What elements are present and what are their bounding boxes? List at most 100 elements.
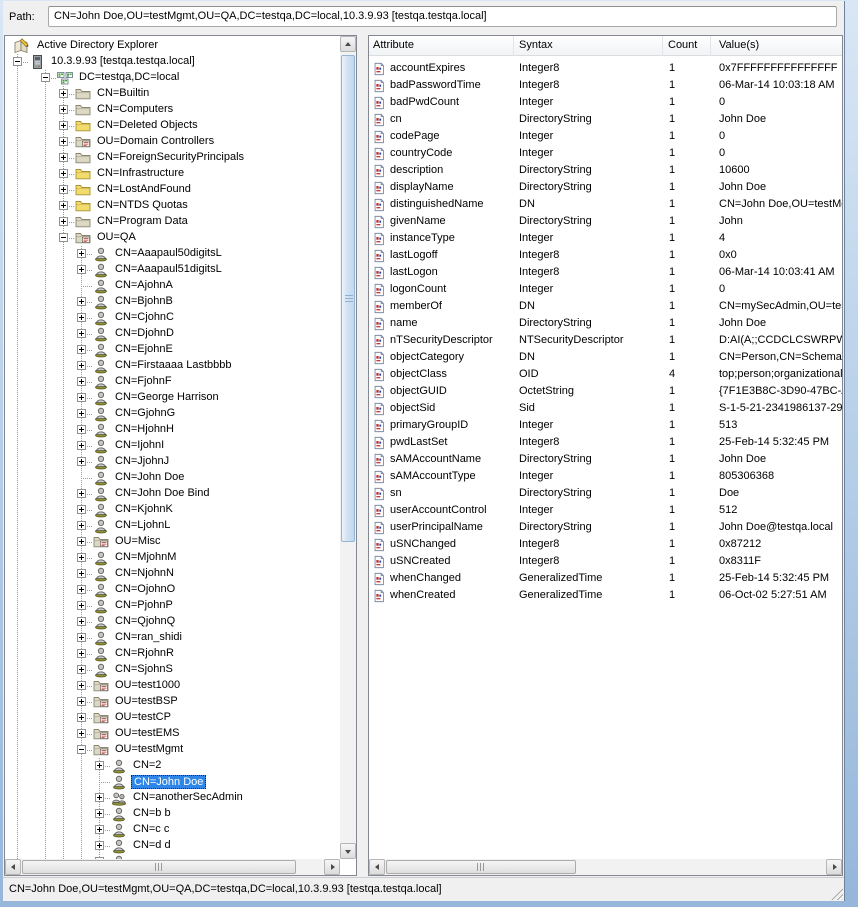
attribute-row[interactable]: badPasswordTimeInteger8106-Mar-14 10:03:… <box>369 77 842 94</box>
tree-expander-plus[interactable] <box>95 825 104 834</box>
tree-item[interactable]: OU=test1000 <box>5 678 340 694</box>
tree-item[interactable]: CN=George Harrison <box>5 390 340 406</box>
tree-item[interactable]: CN=Infrastructure <box>5 166 340 182</box>
attribute-row[interactable]: lastLogoffInteger810x0 <box>369 247 842 264</box>
tree-expander-plus[interactable] <box>95 809 104 818</box>
tree-expander-plus[interactable] <box>59 217 68 226</box>
attribute-row[interactable]: countryCodeInteger10 <box>369 145 842 162</box>
tree-item[interactable]: 10.3.9.93 [testqa.testqa.local] <box>5 54 340 70</box>
tree-expander-plus[interactable] <box>77 393 86 402</box>
tree-item[interactable]: CN=PjohnP <box>5 598 340 614</box>
tree-item[interactable]: CN=LjohnL <box>5 518 340 534</box>
scroll-up-button[interactable] <box>340 36 356 52</box>
attribute-row[interactable]: accountExpiresInteger810x7FFFFFFFFFFFFFF… <box>369 60 842 77</box>
tree-item[interactable]: CN=John Doe <box>5 774 340 790</box>
tree-expander-plus[interactable] <box>77 377 86 386</box>
tree-expander-plus[interactable] <box>77 585 86 594</box>
tree-expander-minus[interactable] <box>13 57 22 66</box>
tree-expander-plus[interactable] <box>95 761 104 770</box>
tree-item[interactable]: CN=Computers <box>5 102 340 118</box>
attribute-row[interactable]: cnDirectoryString1John Doe <box>369 111 842 128</box>
tree-item[interactable]: CN=IjohnI <box>5 438 340 454</box>
attribute-row[interactable]: objectGUIDOctetString1{7F1E3B8C-3D90-47B… <box>369 383 842 400</box>
attribute-row[interactable]: pwdLastSetInteger8125-Feb-14 5:32:45 PM <box>369 434 842 451</box>
tree-expander-plus[interactable] <box>59 201 68 210</box>
tree-expander-plus[interactable] <box>77 297 86 306</box>
tree-item[interactable]: CN=RjohnR <box>5 646 340 662</box>
pane-splitter[interactable] <box>357 34 368 876</box>
attribute-row[interactable]: memberOfDN1CN=mySecAdmin,OU=testM <box>369 298 842 315</box>
column-header-syntax[interactable]: Syntax <box>514 36 663 56</box>
tree-item[interactable]: CN=ForeignSecurityPrincipals <box>5 150 340 166</box>
scroll-right-button[interactable] <box>324 859 340 875</box>
tree-item[interactable]: CN=anotherSecAdmin <box>5 790 340 806</box>
tree-expander-plus[interactable] <box>59 105 68 114</box>
attribute-row[interactable]: sAMAccountNameDirectoryString1John Doe <box>369 451 842 468</box>
tree-vertical-scrollbar[interactable] <box>340 36 356 859</box>
attribute-row[interactable]: badPwdCountInteger10 <box>369 94 842 111</box>
tree-item[interactable]: CN=SjohnS <box>5 662 340 678</box>
tree-expander-plus[interactable] <box>59 121 68 130</box>
tree-expander-plus[interactable] <box>77 521 86 530</box>
resize-grip[interactable] <box>830 887 843 900</box>
tree-expander-plus[interactable] <box>77 729 86 738</box>
tree-expander-plus[interactable] <box>59 137 68 146</box>
tree-expander-plus[interactable] <box>77 633 86 642</box>
attribute-row[interactable]: userAccountControlInteger1512 <box>369 502 842 519</box>
tree-expander-plus[interactable] <box>77 697 86 706</box>
tree-item[interactable]: OU=Domain Controllers <box>5 134 340 150</box>
tree-expander-plus[interactable] <box>77 249 86 258</box>
scroll-left-button[interactable] <box>5 859 21 875</box>
attributes-horizontal-scrollbar[interactable] <box>369 859 842 875</box>
tree-expander-plus[interactable] <box>77 617 86 626</box>
column-header-count[interactable]: Count <box>663 36 711 56</box>
tree-item[interactable]: CN=GjohnG <box>5 406 340 422</box>
tree-item[interactable]: OU=Misc <box>5 534 340 550</box>
tree-item[interactable]: CN=NTDS Quotas <box>5 198 340 214</box>
tree-item[interactable]: CN=HjohnH <box>5 422 340 438</box>
tree-item[interactable]: CN=JjohnJ <box>5 454 340 470</box>
tree-item[interactable]: CN=AjohnA <box>5 278 340 294</box>
tree-item[interactable]: CN=DjohnD <box>5 326 340 342</box>
tree-expander-plus[interactable] <box>77 601 86 610</box>
attribute-row[interactable]: snDirectoryString1Doe <box>369 485 842 502</box>
tree-item[interactable]: CN=c c <box>5 822 340 838</box>
tree-item[interactable]: CN=John Doe Bind <box>5 486 340 502</box>
tree-item[interactable]: OU=testMgmt <box>5 742 340 758</box>
attribute-row[interactable]: instanceTypeInteger14 <box>369 230 842 247</box>
tree-horizontal-scroll-thumb[interactable] <box>22 860 296 874</box>
scroll-right-button[interactable] <box>826 859 842 875</box>
tree-expander-plus[interactable] <box>59 185 68 194</box>
tree-item[interactable]: Active Directory Explorer <box>5 38 340 54</box>
column-header-attribute[interactable]: Attribute <box>369 36 514 56</box>
tree-item[interactable]: CN=Aaapaul50digitsL <box>5 246 340 262</box>
attribute-row[interactable]: nameDirectoryString1John Doe <box>369 315 842 332</box>
tree-item[interactable]: CN=John Doe <box>5 470 340 486</box>
attribute-row[interactable]: displayNameDirectoryString1John Doe <box>369 179 842 196</box>
tree-item[interactable]: CN=EjohnE <box>5 342 340 358</box>
tree-item[interactable]: CN=2 <box>5 758 340 774</box>
attribute-row[interactable]: lastLogonInteger8106-Mar-14 10:03:41 AM <box>369 264 842 281</box>
tree-expander-plus[interactable] <box>77 537 86 546</box>
attribute-row[interactable]: sAMAccountTypeInteger1805306368 <box>369 468 842 485</box>
tree-item[interactable]: CN=NjohnN <box>5 566 340 582</box>
tree-expander-plus[interactable] <box>77 553 86 562</box>
tree-expander-plus[interactable] <box>95 793 104 802</box>
attribute-row[interactable]: uSNCreatedInteger810x8311F <box>369 553 842 570</box>
tree-item[interactable]: CN=Program Data <box>5 214 340 230</box>
tree-item[interactable]: CN=Builtin <box>5 86 340 102</box>
attribute-row[interactable]: objectCategoryDN1CN=Person,CN=Schema,CN <box>369 349 842 366</box>
attribute-row[interactable]: distinguishedNameDN1CN=John Doe,OU=testM… <box>369 196 842 213</box>
tree-expander-plus[interactable] <box>77 409 86 418</box>
tree-item[interactable]: CN=ran_shidi <box>5 630 340 646</box>
tree-expander-minus[interactable] <box>41 73 50 82</box>
tree-item[interactable]: CN=QjohnQ <box>5 614 340 630</box>
tree-expander-plus[interactable] <box>77 569 86 578</box>
attribute-row[interactable]: givenNameDirectoryString1John <box>369 213 842 230</box>
attribute-row[interactable]: whenCreatedGeneralizedTime106-Oct-02 5:2… <box>369 587 842 604</box>
tree-item[interactable]: OU=testBSP <box>5 694 340 710</box>
tree-item[interactable]: CN=Aaapaul51digitsL <box>5 262 340 278</box>
attribute-row[interactable]: whenChangedGeneralizedTime125-Feb-14 5:3… <box>369 570 842 587</box>
tree-expander-plus[interactable] <box>59 153 68 162</box>
attribute-row[interactable]: descriptionDirectoryString110600 <box>369 162 842 179</box>
